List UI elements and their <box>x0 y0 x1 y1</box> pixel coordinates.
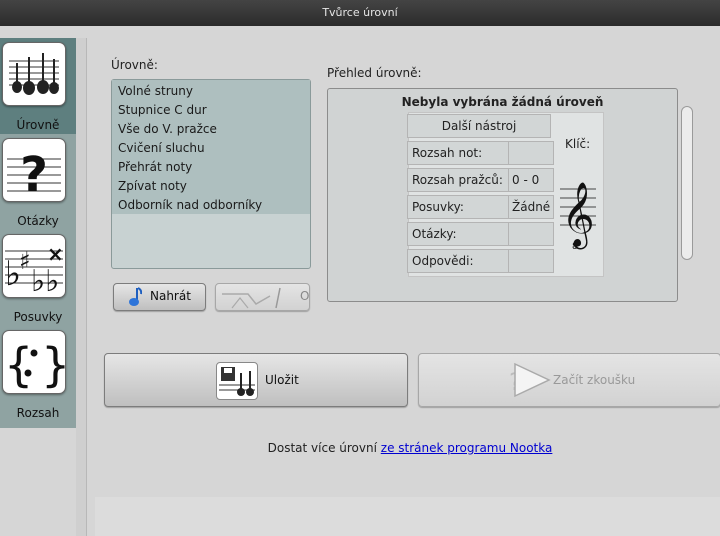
footer-text: Dostat více úrovní ze stránek programu N… <box>0 441 720 455</box>
bottom-panel <box>95 497 720 536</box>
remove-icon <box>218 286 288 310</box>
list-item[interactable]: Volné struny <box>118 84 193 103</box>
svg-text:}: } <box>41 338 65 392</box>
list-item[interactable]: Zpívat noty <box>118 179 187 198</box>
row-label: Odpovědi: <box>407 249 510 273</box>
sidebar-item-label: Posuvky <box>13 310 63 324</box>
load-button[interactable]: Nahrát <box>113 283 206 311</box>
sidebar-item-label: Otázky <box>17 214 59 228</box>
note-icon <box>128 287 143 307</box>
sidebar-item-label: Rozsah <box>16 406 60 420</box>
sidebar-item-range[interactable]: { } Rozsah <box>0 326 76 422</box>
start-exam-button[interactable]: ? Začít zkoušku <box>418 353 720 407</box>
row-label: Otázky: <box>407 222 510 246</box>
svg-text:♯: ♯ <box>19 247 31 275</box>
braces-icon: { } <box>2 330 66 394</box>
row-value: 0 - 0 <box>508 168 554 192</box>
load-button-label: Nahrát <box>150 289 191 303</box>
instrument-cell: Další nástroj <box>407 114 551 138</box>
sidebar: Úrovně ? Otázky ♭ ♯ ♭♭ × Posuvky {Rozsa… <box>0 38 76 428</box>
treble-clef-icon: 𝄞 8 <box>558 167 598 253</box>
svg-text:𝄞: 𝄞 <box>561 182 594 249</box>
overview-scrollbar[interactable] <box>681 106 693 260</box>
svg-text:8: 8 <box>572 242 578 252</box>
save-button-label: Uložit <box>265 373 299 387</box>
overview-title: Nebyla vybrána žádná úroveň <box>401 95 604 109</box>
guitar-icon <box>2 42 66 106</box>
footer-prefix: Dostat více úrovní <box>267 441 377 455</box>
start-exam-label: Začít zkoušku <box>553 373 636 387</box>
sidebar-item-levels[interactable]: Úrovně <box>0 38 76 134</box>
levels-list[interactable]: Volné struny Stupnice C dur Vše do V. pr… <box>111 79 311 269</box>
accidentals-icon: ♭ ♯ ♭♭ × <box>2 234 66 298</box>
levels-label: Úrovně: <box>111 58 158 72</box>
sidebar-item-label: Úrovně <box>16 118 60 132</box>
list-item[interactable]: Odborník nad odborníky <box>118 198 262 217</box>
list-item[interactable]: Přehrát noty <box>118 160 192 179</box>
save-icon <box>216 362 258 400</box>
svg-text:{: { <box>4 338 33 392</box>
row-value <box>508 249 554 273</box>
list-item[interactable]: Cvičení sluchu <box>118 141 205 160</box>
window-title: Tvůrce úrovní <box>0 0 720 26</box>
svg-text:♭♭: ♭♭ <box>31 264 59 297</box>
row-value: Žádné <box>508 195 554 219</box>
row-label: Rozsah not: <box>407 141 510 165</box>
list-item[interactable]: Stupnice C dur <box>118 103 207 122</box>
overview-label: Přehled úrovně: <box>327 66 422 80</box>
row-value <box>508 141 554 165</box>
sidebar-item-questions[interactable]: ? Otázky <box>0 134 76 230</box>
row-label: Posuvky: <box>407 195 510 219</box>
remove-button[interactable]: O <box>215 283 310 311</box>
row-label: Rozsah pražců: <box>407 168 510 192</box>
level-overview: Nebyla vybrána žádná úroveň Další nástro… <box>327 88 678 302</box>
save-button[interactable]: Uložit <box>104 353 408 407</box>
clef-label: Klíč: <box>565 137 591 151</box>
sidebar-item-accidentals[interactable]: ♭ ♯ ♭♭ × Posuvky <box>0 230 76 326</box>
nootka-website-link[interactable]: ze stránek programu Nootka <box>381 441 553 455</box>
sidebar-divider <box>76 38 87 536</box>
play-icon: ? <box>507 360 553 400</box>
remove-button-label: O <box>300 289 310 303</box>
question-mark-icon: ? <box>2 138 66 202</box>
list-item[interactable]: Vše do V. pražce <box>118 122 217 141</box>
svg-text:?: ? <box>20 147 48 201</box>
row-value <box>508 222 554 246</box>
svg-text:×: × <box>47 242 64 266</box>
